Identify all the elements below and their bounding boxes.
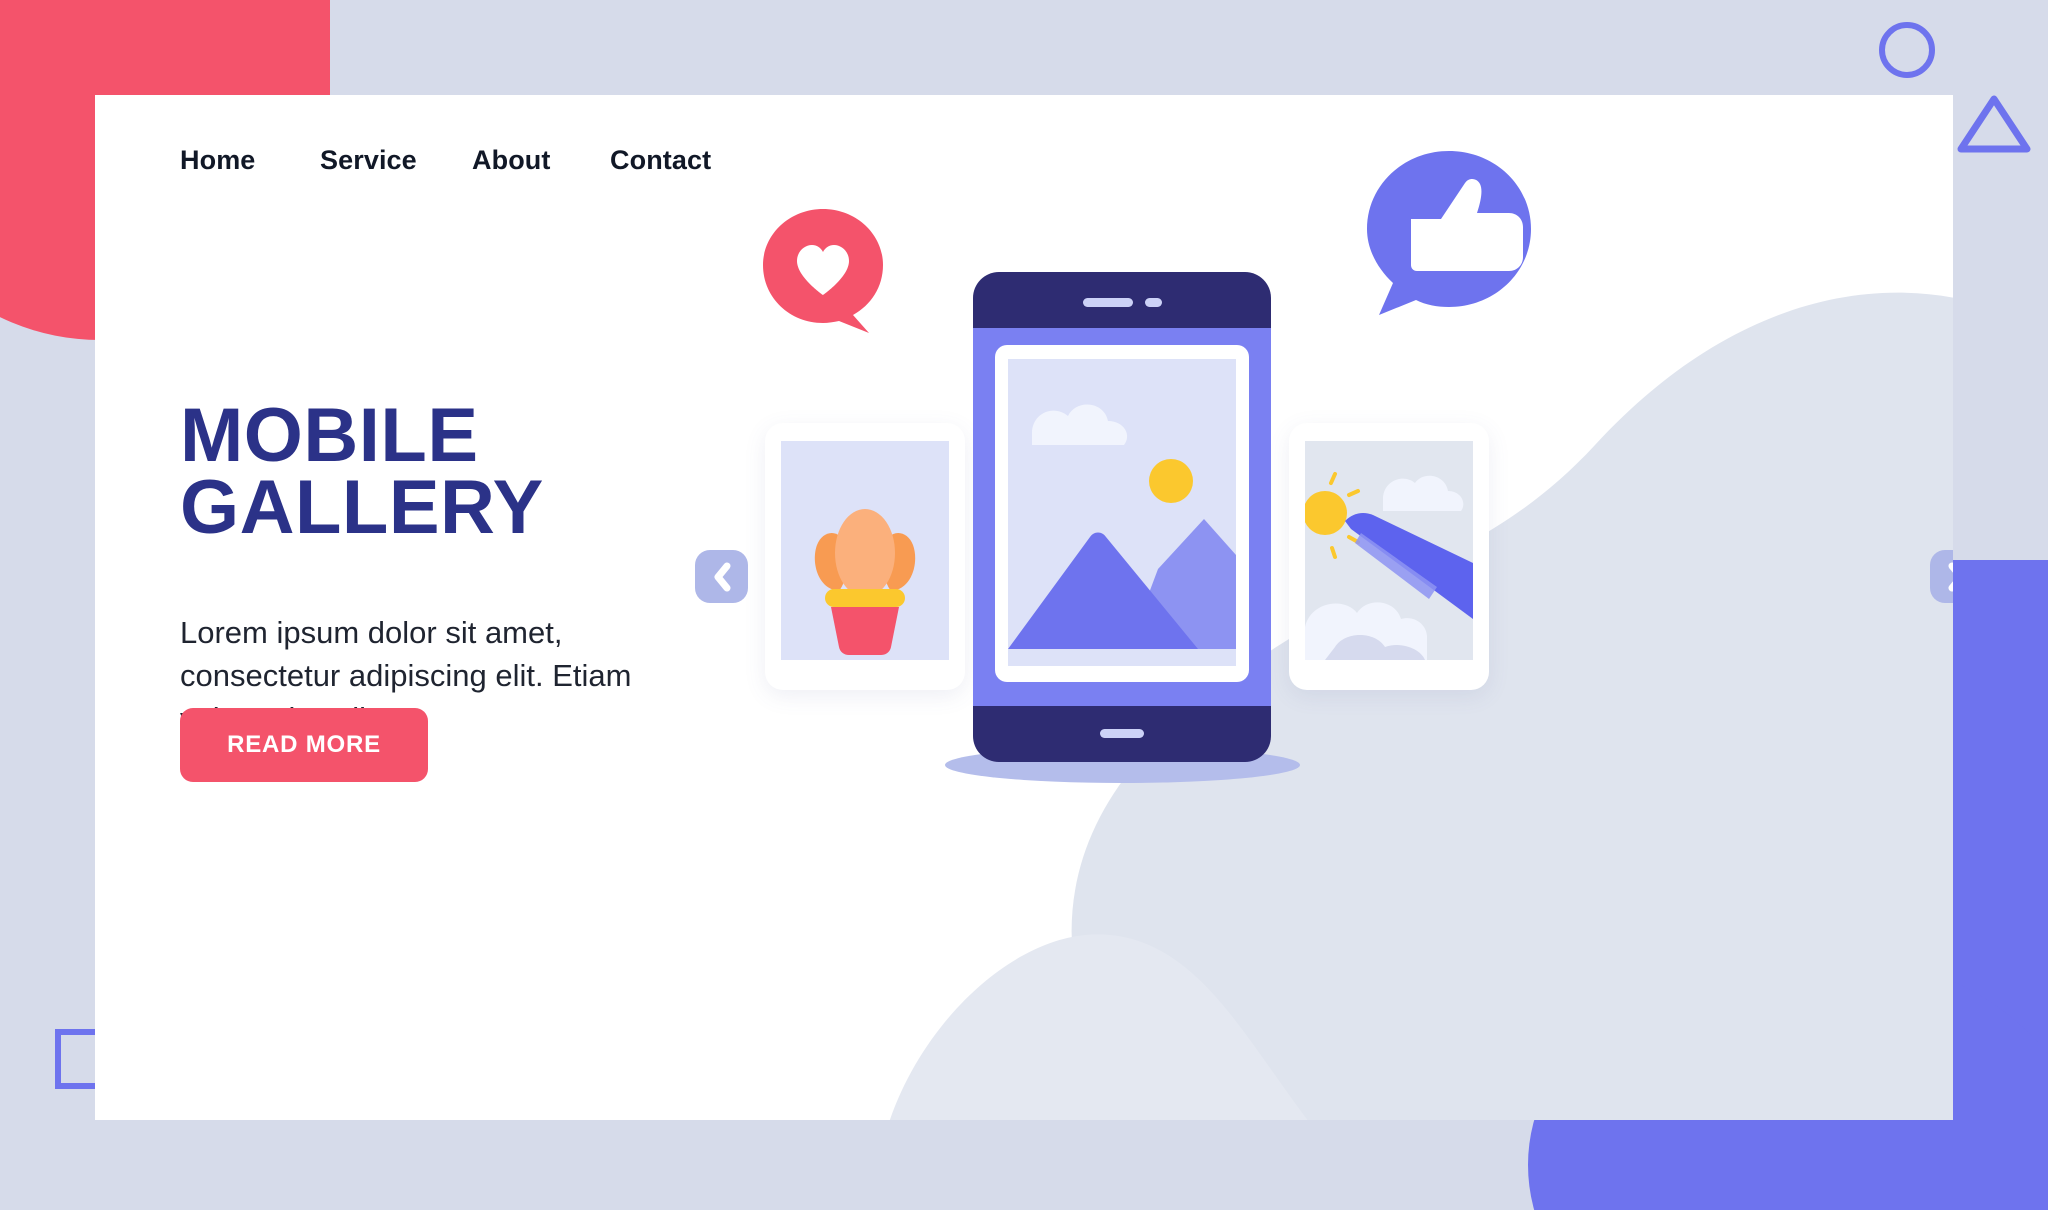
cactus-photo-inner xyxy=(781,441,949,660)
nav-item-home[interactable]: Home xyxy=(180,145,320,176)
airplane-illustration xyxy=(1305,441,1473,660)
page-title: MOBILE GALLERY xyxy=(180,393,740,551)
hero-copy-block: MOBILE GALLERY Lorem ipsum dolor sit ame… xyxy=(180,393,740,741)
main-navigation: Home Service About Contact xyxy=(180,145,711,176)
chevron-right-icon xyxy=(1948,562,1953,591)
cactus-photo-card[interactable] xyxy=(765,423,965,690)
read-more-button[interactable]: READ MORE xyxy=(180,708,428,782)
nav-item-service[interactable]: Service xyxy=(320,145,472,176)
phone-camera-icon xyxy=(1145,298,1162,307)
circle-outline-top-right xyxy=(1879,22,1935,78)
phone-screen xyxy=(995,345,1249,682)
phone-speaker-icon xyxy=(1083,298,1133,307)
phone-home-indicator xyxy=(1100,729,1144,738)
chevron-left-icon xyxy=(714,562,730,591)
carousel-prev-button[interactable] xyxy=(695,550,748,603)
page-title-line-2: GALLERY xyxy=(180,465,544,551)
page-title-line-1: MOBILE xyxy=(180,393,479,478)
airplane-photo-card[interactable] xyxy=(1289,423,1489,690)
cactus-illustration xyxy=(781,441,949,660)
gallery-illustration xyxy=(695,95,1953,1120)
nav-item-contact[interactable]: Contact xyxy=(610,145,711,176)
smartphone-device[interactable] xyxy=(973,272,1271,762)
hero-card: Home Service About Contact MOBILE GALLER… xyxy=(95,95,1953,1120)
landscape-photo-illustration xyxy=(1008,359,1236,666)
phone-photo-inner xyxy=(1008,359,1236,666)
thumbs-up-reaction-bubble[interactable] xyxy=(1359,147,1535,323)
nav-item-about[interactable]: About xyxy=(472,145,610,176)
heart-reaction-bubble[interactable] xyxy=(761,207,892,338)
airplane-photo-inner xyxy=(1305,441,1473,660)
carousel-next-button[interactable] xyxy=(1930,550,1953,603)
